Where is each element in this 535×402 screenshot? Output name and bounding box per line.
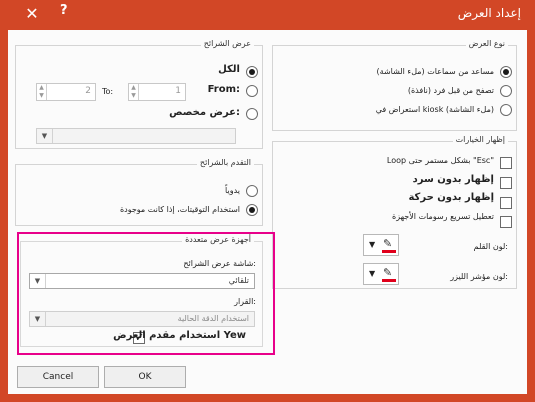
dropdown-arrow-icon: ▼: [369, 240, 376, 249]
custom-show-select[interactable]: ▼: [36, 128, 236, 144]
no-animation-checkbox[interactable]: [500, 197, 512, 209]
radio-custom-show[interactable]: [246, 108, 258, 120]
pen-icon: ✎: [383, 237, 393, 250]
loop-continuously-checkbox[interactable]: [500, 157, 512, 169]
title-bar: إعداد العرض ? ✕: [0, 0, 535, 30]
radio-manually[interactable]: [246, 185, 258, 197]
window-frame-left: [0, 0, 8, 402]
laser-pointer-icon: ✎: [383, 266, 393, 279]
to-spinner[interactable]: ▲ ▼ 2: [36, 83, 96, 101]
no-narration-checkbox[interactable]: [500, 177, 512, 189]
to-value: 2: [85, 86, 91, 96]
laser-color-picker[interactable]: ▼ ✎: [363, 263, 399, 285]
custom-show-label: عرض مخصص:: [169, 107, 240, 118]
show-slides-group: عرض الشرائح الكل From: ▲ ▼ 1 To: ▲ ▼ 2 عرض…: [15, 39, 263, 149]
radio-browsed-by-individual[interactable]: [500, 85, 512, 97]
advance-slides-group: التقدم بالشرائح يدوياً استخدام التوقيتات…: [15, 158, 263, 226]
setup-show-dialog: إعداد العرض ? ✕ نوع العرض (مساعد من سماع…: [0, 0, 535, 402]
manually-label: يدوياً: [225, 186, 240, 195]
all-slides-label: الكل: [218, 64, 240, 75]
from-label: From:: [207, 84, 240, 95]
radio-presented-by-speaker[interactable]: [500, 66, 512, 78]
radio-from-to[interactable]: [246, 85, 258, 97]
help-icon[interactable]: ?: [60, 3, 68, 18]
chevron-down-icon: ▼: [37, 129, 53, 143]
show-options-legend: إظهار الخيارات: [452, 135, 508, 144]
dropdown-arrow-icon: ▼: [369, 269, 376, 278]
cancel-button[interactable]: Cancel: [17, 366, 99, 388]
radio-browsed-at-kiosk[interactable]: [500, 104, 512, 116]
disable-hardware-acceleration-checkbox[interactable]: [500, 216, 512, 228]
dialog-body: نوع العرض (مساعد من سماعات (ملء الشاشة ت…: [8, 30, 527, 394]
laser-color-swatch: [382, 279, 396, 282]
window-frame-right: [527, 0, 535, 402]
dialog-title: إعداد العرض: [457, 6, 521, 20]
from-spinner[interactable]: ▲ ▼ 1: [128, 83, 186, 101]
disable-hardware-acceleration-label: تعطيل تسريع رسومات الأجهزة: [392, 212, 494, 221]
multiple-monitors-highlight: [17, 232, 275, 355]
pen-color-picker[interactable]: ▼ ✎: [363, 234, 399, 256]
radio-presented-by-speaker-label: (مساعد من سماعات (ملء الشاشة: [376, 67, 494, 76]
radio-browsed-by-individual-label: تصفح من قبل فرد (نافذة): [407, 86, 494, 95]
show-slides-legend: عرض الشرائح: [200, 39, 254, 48]
no-animation-label: إظهار بدون حركة: [408, 192, 494, 203]
use-timings-label: استخدام التوقيتات، إذا كانت موجودة: [119, 205, 240, 214]
radio-browsed-at-kiosk-label: استعراض في kiosk (ملء الشاشة): [375, 105, 494, 114]
no-narration-label: إظهار بدون سرد: [412, 174, 494, 185]
show-type-group: نوع العرض (مساعد من سماعات (ملء الشاشة ت…: [272, 39, 517, 131]
window-frame-bottom: [0, 394, 535, 402]
show-options-group: إظهار الخيارات Loop بشكل مستمر حتى "Esc"…: [272, 135, 517, 289]
ok-button[interactable]: OK: [104, 366, 186, 388]
advance-slides-legend: التقدم بالشرائح: [196, 158, 254, 167]
radio-all-slides[interactable]: [246, 66, 258, 78]
spinner-arrows-icon[interactable]: ▲ ▼: [129, 84, 139, 100]
pen-color-label: لون القلم:: [473, 242, 508, 251]
pen-color-swatch: [382, 250, 396, 253]
to-label: To:: [102, 87, 114, 96]
loop-continuously-label: Loop بشكل مستمر حتى "Esc": [386, 156, 494, 165]
laser-color-label: لون مؤشر الليزر:: [450, 272, 508, 281]
radio-use-timings[interactable]: [246, 204, 258, 216]
from-value: 1: [175, 86, 181, 96]
close-icon[interactable]: ✕: [20, 3, 44, 25]
show-type-legend: نوع العرض: [465, 39, 508, 48]
spinner-arrows-icon[interactable]: ▲ ▼: [37, 84, 47, 100]
